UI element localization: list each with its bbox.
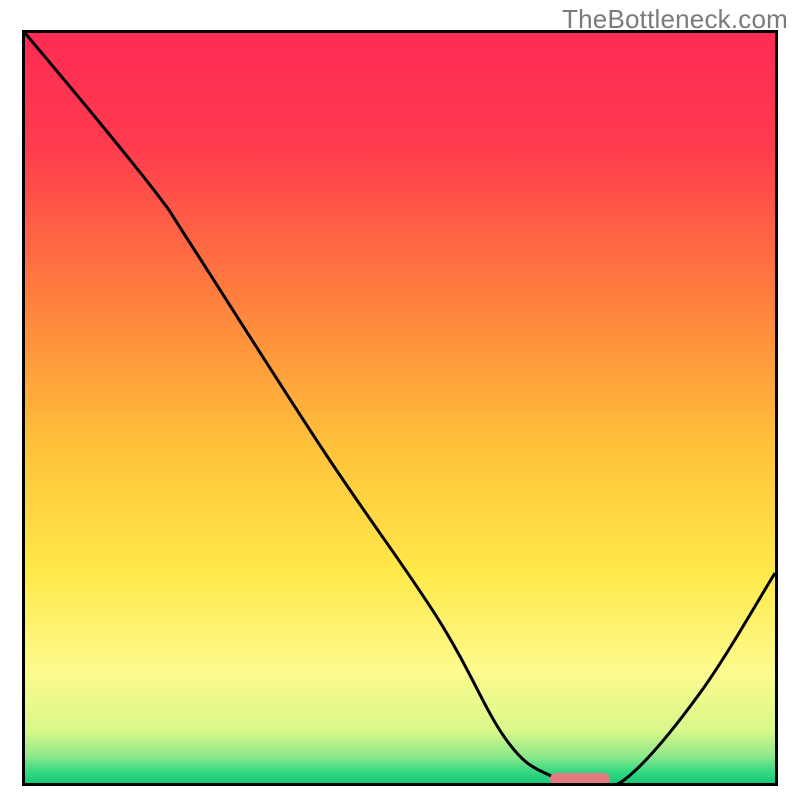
chart-container: TheBottleneck.com (0, 0, 800, 800)
plot-svg (25, 33, 775, 783)
optimal-marker (550, 773, 610, 785)
plot-area (22, 30, 778, 786)
gradient-background (25, 33, 775, 783)
